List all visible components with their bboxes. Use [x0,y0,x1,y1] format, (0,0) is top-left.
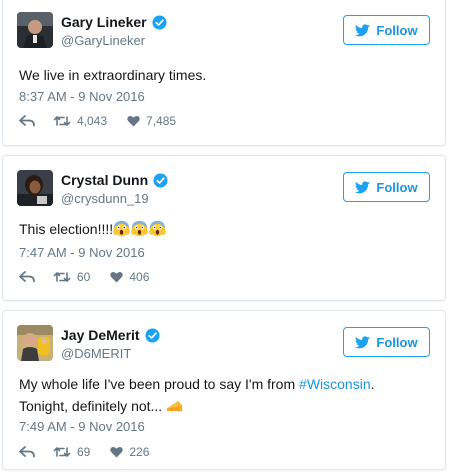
tweet-text-content: My whole life I've been proud to say I'm… [19,376,300,392]
retweet-icon [53,447,71,457]
verified-badge-icon [152,14,167,30]
face-screaming-in-fear-emoji [131,220,148,237]
tweet-text-content: This election!!!! [19,221,114,237]
tweet-text-content: . [370,376,375,392]
twitter-bird-icon [355,23,371,36]
follow-button-label: Follow [376,22,418,38]
tweet-timestamp[interactable]: 7:49 AM - 9 Nov 2016 [19,419,145,434]
display-name-text[interactable]: Gary Lineker [61,14,147,30]
hashtag-link[interactable]: #Wisconsin [299,376,371,392]
twitter-bird-icon [355,180,371,193]
follow-button[interactable]: Follow [343,172,430,202]
tweet-text: My whole life I've been proud to say I'm… [19,373,434,417]
like-button[interactable]: 406 [110,270,149,284]
tweet-actions: 60 406 [19,270,169,284]
tweet-card: Crystal Dunn @crysdunn_19 Follow This el… [2,155,446,301]
retweet-count: 69 [77,445,91,459]
retweet-button[interactable]: 69 [53,445,90,459]
like-count: 226 [129,445,150,459]
like-count: 7,485 [146,114,177,128]
verified-badge-icon [145,327,160,343]
retweet-button[interactable]: 4,043 [53,114,107,128]
tweet-actions: 4,043 7,485 [19,114,196,128]
avatar[interactable] [17,12,53,48]
heart-icon [110,446,124,458]
tweet-card: Gary Lineker @GaryLineker Follow We live… [2,0,446,146]
retweet-icon [53,272,71,282]
display-name-text[interactable]: Crystal Dunn [61,172,148,188]
like-button[interactable]: 7,485 [127,114,176,128]
retweet-count: 4,043 [77,114,108,128]
face-screaming-in-fear-emoji [113,220,130,237]
follow-button[interactable]: Follow [343,15,430,45]
retweet-button[interactable]: 60 [53,270,90,284]
avatar[interactable] [17,170,53,206]
reply-button[interactable] [19,271,35,283]
heart-icon [110,271,124,283]
follow-button-label: Follow [376,179,418,195]
follow-button-label: Follow [376,334,418,350]
like-button[interactable]: 226 [110,445,149,459]
verified-badge-icon [153,172,168,188]
like-count: 406 [129,270,150,284]
twitter-bird-icon [355,335,371,348]
user-handle[interactable]: @GaryLineker [61,33,145,48]
reply-button[interactable] [19,115,35,127]
tweet-text: This election!!!! [19,218,434,240]
display-name[interactable]: Crystal Dunn [61,172,168,188]
reply-icon [19,271,35,283]
follow-button[interactable]: Follow [343,327,430,357]
tweet-timestamp[interactable]: 7:47 AM - 9 Nov 2016 [19,245,145,260]
display-name-text[interactable]: Jay DeMerit [61,327,140,343]
tweet-text-content: Tonight, definitely not... [19,398,167,414]
display-name[interactable]: Jay DeMerit [61,327,160,343]
retweet-icon [53,116,71,126]
retweet-count: 60 [77,270,91,284]
reply-button[interactable] [19,446,35,458]
tweet-card: Jay DeMerit @D6MERIT Follow My whole lif… [2,310,446,470]
face-screaming-in-fear-emoji [149,220,166,237]
cheese-emoji [167,400,183,412]
heart-icon [127,115,140,127]
tweet-text: We live in extraordinary times. [19,67,207,83]
avatar[interactable] [17,325,53,361]
display-name[interactable]: Gary Lineker [61,14,167,30]
user-handle[interactable]: @D6MERIT [61,346,131,361]
reply-icon [19,446,35,458]
tweet-actions: 69 226 [19,445,169,459]
reply-icon [19,115,35,127]
user-handle[interactable]: @crysdunn_19 [61,191,149,206]
tweet-timestamp[interactable]: 8:37 AM - 9 Nov 2016 [19,89,145,104]
